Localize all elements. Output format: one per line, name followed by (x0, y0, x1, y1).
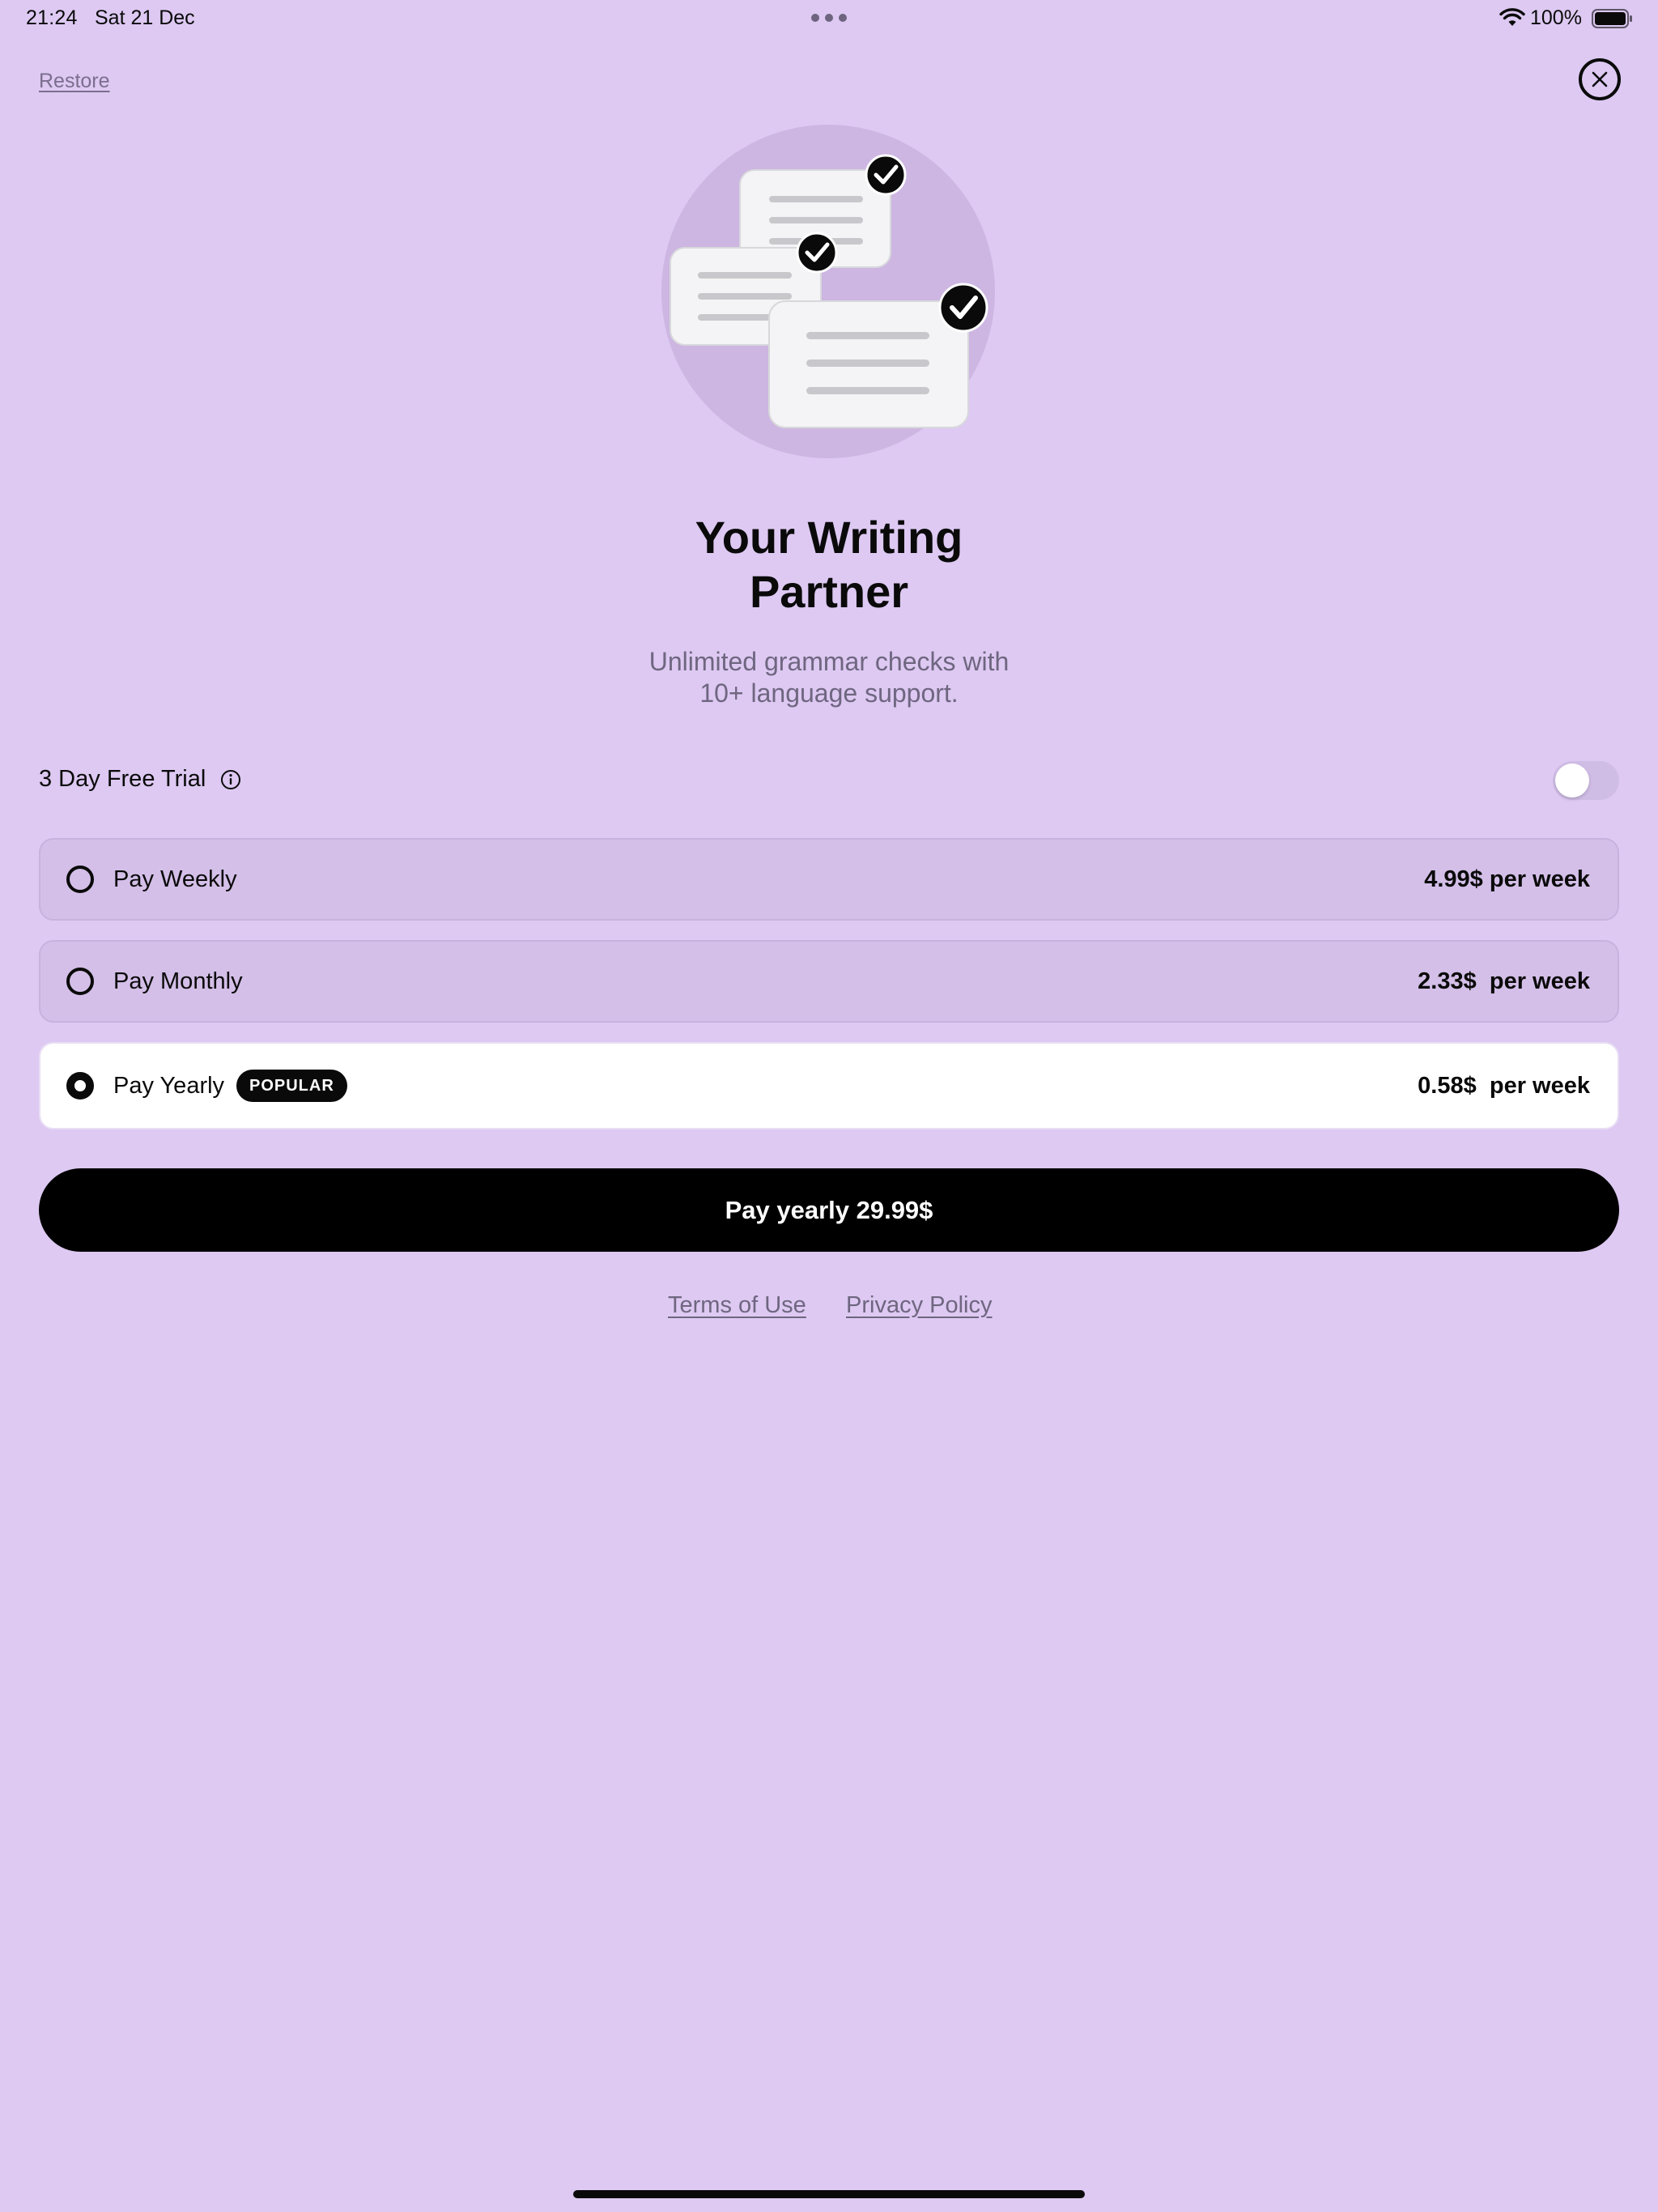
plan-option-monthly[interactable]: Pay Monthly 2.33$ per week (39, 940, 1619, 1023)
close-button[interactable] (1579, 58, 1621, 100)
plan-option-weekly[interactable]: Pay Weekly 4.99$ per week (39, 838, 1619, 921)
close-icon (1592, 71, 1608, 87)
radio-button[interactable] (66, 968, 94, 995)
page-subtitle: Unlimited grammar checks with 10+ langua… (505, 646, 1153, 709)
page-subtitle-line2: 10+ language support. (699, 678, 959, 708)
check-icon (796, 232, 838, 274)
page-title-line1: Your Writing (695, 512, 963, 563)
status-time: 21:24 (26, 6, 78, 29)
page-title: Your Writing Partner (505, 510, 1153, 619)
toggle-knob (1555, 764, 1589, 798)
radio-button-selected[interactable] (66, 1072, 94, 1100)
plan-price: 2.33$ per week (1418, 968, 1590, 994)
plan-name: Pay Yearly (113, 1072, 225, 1099)
plan-price: 0.58$ per week (1418, 1072, 1590, 1099)
wifi-icon (1499, 8, 1525, 26)
document-icon (768, 300, 969, 428)
info-icon[interactable] (220, 769, 241, 790)
plan-name: Pay Weekly (113, 866, 237, 892)
privacy-policy-link[interactable]: Privacy Policy (846, 1292, 993, 1319)
check-icon (865, 154, 907, 196)
popular-badge: POPULAR (236, 1070, 347, 1102)
check-icon (938, 283, 988, 333)
free-trial-toggle[interactable] (1553, 761, 1619, 800)
page-title-line2: Partner (749, 566, 909, 617)
documents-checked-illustration (661, 125, 995, 458)
restore-link[interactable]: Restore (39, 70, 110, 93)
plan-option-yearly[interactable]: Pay Yearly POPULAR 0.58$ per week (39, 1042, 1619, 1129)
plan-price: 4.99$ per week (1424, 866, 1590, 892)
status-date: Sat 21 Dec (95, 6, 195, 29)
home-indicator[interactable] (573, 2190, 1085, 2198)
free-trial-label: 3 Day Free Trial (39, 766, 206, 792)
free-trial-row: 3 Day Free Trial (39, 766, 241, 793)
plan-name: Pay Monthly (113, 968, 243, 994)
battery-percent: 100% (1530, 6, 1582, 29)
multitask-dots-icon[interactable] (811, 14, 847, 22)
radio-button[interactable] (66, 866, 94, 893)
page-subtitle-line1: Unlimited grammar checks with (648, 647, 1010, 676)
terms-of-use-link[interactable]: Terms of Use (668, 1292, 806, 1319)
purchase-button[interactable]: Pay yearly 29.99$ (39, 1168, 1619, 1252)
battery-icon (1592, 9, 1632, 28)
